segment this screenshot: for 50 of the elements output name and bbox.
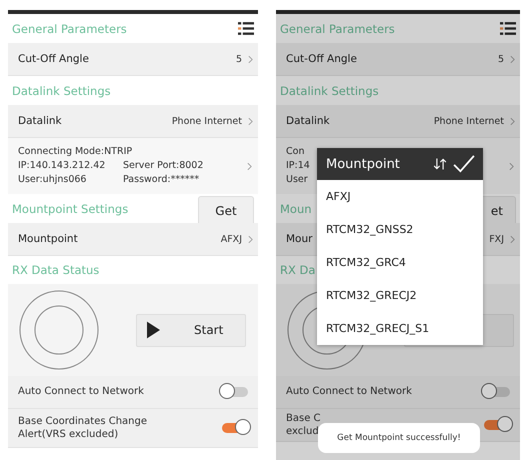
toggle-label: Auto Connect to Network	[18, 385, 144, 399]
get-button[interactable]: Get	[198, 196, 254, 226]
connection-detail: User:uhjns066	[18, 174, 86, 186]
connection-detail: Password:******	[123, 174, 200, 186]
row-value: 5	[498, 54, 504, 64]
menu-icon[interactable]	[500, 21, 516, 36]
menu-icon[interactable]	[238, 21, 254, 36]
status-rings-icon	[18, 289, 100, 371]
section-title: General Parameters	[12, 22, 127, 36]
chevron-icon[interactable]	[248, 116, 253, 126]
start-button[interactable]: Start	[136, 314, 246, 346]
row-label: Datalink	[286, 115, 331, 127]
chevron-icon[interactable]	[247, 162, 252, 170]
connection-detail: Con	[286, 146, 304, 158]
connection-detail: User	[286, 174, 308, 186]
row-label: Mountpoint	[18, 233, 79, 245]
play-icon	[147, 321, 160, 339]
dialog-title: Mountpoint	[326, 156, 401, 172]
row-value: FXJ	[489, 234, 504, 244]
section-title: RX Da	[280, 263, 316, 277]
connection-detail: IP:140.143.212.42	[18, 160, 106, 172]
sort-icon[interactable]	[433, 157, 447, 171]
section-title: Datalink Settings	[280, 84, 379, 98]
section-title: RX Data Status	[12, 263, 100, 277]
row-label: Cut-Off Angle	[18, 53, 90, 65]
mountpoint-option[interactable]: RTCM32_GRECJ2	[317, 279, 483, 312]
row-value: Phone Internet	[172, 116, 242, 126]
section-title: Mountpoint Settings	[12, 202, 128, 216]
toggle-label: Base C exclud	[286, 412, 321, 438]
connection-detail: Connecting Mode:NTRIP	[18, 146, 132, 158]
chevron-icon[interactable]	[248, 234, 253, 244]
connection-detail: Server Port:8002	[123, 160, 204, 172]
toast-message: Get Mountpoint successfully!	[318, 423, 480, 453]
mountpoint-option[interactable]: RTCM32_GRC4	[317, 246, 483, 279]
chevron-icon[interactable]	[248, 54, 253, 64]
row-value: 5	[236, 54, 242, 64]
check-icon[interactable]	[453, 155, 475, 173]
toggle-label: Base Coordinates Change Alert(VRS excluded)	[18, 414, 148, 442]
section-title: Moun	[280, 202, 312, 216]
row-label: Cut-Off Angle	[286, 53, 358, 65]
row-label: Mour	[286, 233, 314, 245]
chevron-icon[interactable]	[509, 162, 514, 170]
toggle-label: Auto Connect to Network	[286, 385, 412, 399]
section-title: General Parameters	[280, 22, 395, 36]
row-value: AFXJ	[220, 234, 242, 244]
row-label: Datalink	[18, 115, 63, 127]
row-value: Phone Internet	[434, 116, 504, 126]
connection-detail: IP:14	[286, 160, 310, 172]
section-title: Datalink Settings	[12, 84, 111, 98]
mountpoint-option[interactable]: RTCM32_GRECJ_S1	[317, 312, 483, 345]
